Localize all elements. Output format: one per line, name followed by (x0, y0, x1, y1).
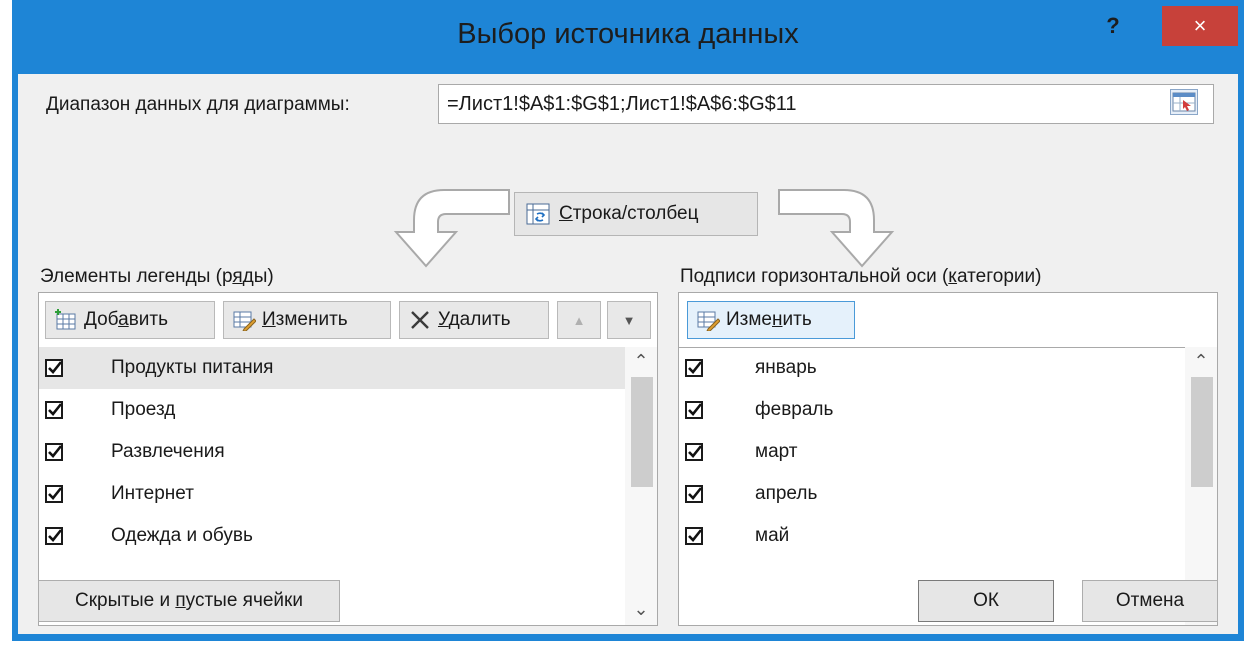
dialog-body: Диапазон данных для диаграммы: =Лист1!$A… (18, 74, 1238, 634)
edit-axis-labels-button[interactable]: Изменить (687, 301, 855, 339)
category-label: январь (755, 357, 817, 378)
legend-list-item[interactable]: Продукты питания (39, 347, 625, 389)
legend-panel: Добавить Изменить Удалить ▲ ▼ Продукты п… (38, 292, 658, 626)
legend-scrollbar[interactable]: ⌃ ⌄ (625, 347, 657, 625)
range-picker-icon[interactable] (1170, 89, 1198, 115)
series-label: Интернет (111, 483, 194, 504)
series-label: Продукты питания (111, 357, 274, 378)
category-checkbox[interactable] (685, 359, 703, 377)
category-checkbox[interactable] (685, 485, 703, 503)
legend-heading: Элементы легенды (ряды) (40, 266, 274, 287)
ok-button[interactable]: ОК (918, 580, 1054, 622)
scroll-up-icon[interactable]: ⌃ (1185, 351, 1217, 377)
category-checkbox[interactable] (685, 443, 703, 461)
data-range-input[interactable] (438, 84, 1214, 124)
cancel-button[interactable]: Отмена (1082, 580, 1218, 622)
hidden-empty-cells-label: Скрытые и пустые ячейки (75, 590, 303, 611)
category-list-item[interactable]: февраль (679, 389, 1185, 431)
edit-series-label: Изменить (262, 309, 348, 330)
series-label: Одежда и обувь (111, 525, 253, 546)
category-list-item[interactable]: март (679, 431, 1185, 473)
series-label: Проезд (111, 399, 176, 420)
scroll-up-icon[interactable]: ⌃ (625, 351, 657, 377)
axis-toolbar: Изменить (679, 293, 1217, 348)
hidden-empty-cells-button[interactable]: Скрытые и пустые ячейки (38, 580, 340, 622)
edit-series-icon (233, 311, 256, 331)
series-checkbox[interactable] (45, 401, 63, 419)
series-checkbox[interactable] (45, 443, 63, 461)
axis-labels-heading: Подписи горизонтальной оси (категории) (680, 266, 1042, 287)
category-label: апрель (755, 483, 818, 504)
data-range-label: Диапазон данных для диаграммы: (46, 94, 350, 115)
category-list-item[interactable]: январь (679, 347, 1185, 389)
axis-labels-panel: Изменить январь февраль март апрель май … (678, 292, 1218, 626)
switch-row-column-label: Строка/столбец (559, 203, 699, 224)
category-list-item[interactable]: апрель (679, 473, 1185, 515)
category-checkbox[interactable] (685, 527, 703, 545)
series-label: Развлечения (111, 441, 225, 462)
legend-list-item[interactable]: Интернет (39, 473, 625, 515)
close-button[interactable]: × (1162, 6, 1238, 46)
category-list-item[interactable]: май (679, 515, 1185, 557)
move-down-button[interactable]: ▼ (607, 301, 651, 339)
switch-row-column-icon (526, 203, 550, 225)
dialog-title: Выбор источника данных (457, 18, 799, 50)
scroll-down-icon[interactable]: ⌄ (625, 599, 657, 625)
category-label: февраль (755, 399, 834, 420)
category-checkbox[interactable] (685, 401, 703, 419)
legend-toolbar: Добавить Изменить Удалить ▲ ▼ (39, 293, 657, 348)
category-label: май (755, 525, 790, 546)
legend-list-item[interactable]: Одежда и обувь (39, 515, 625, 557)
category-label: март (755, 441, 798, 462)
help-button[interactable]: ? (1098, 12, 1128, 40)
scrollbar-thumb[interactable] (631, 377, 653, 487)
title-bar: Выбор источника данных ? × (12, 0, 1244, 80)
edit-axis-labels-label: Изменить (726, 309, 812, 330)
add-series-icon (55, 309, 76, 330)
switch-row-column-button[interactable]: Строка/столбец (514, 192, 758, 236)
select-data-source-dialog: Выбор источника данных ? × Диапазон данн… (12, 0, 1244, 641)
arrow-left-icon (393, 189, 510, 268)
delete-icon (411, 311, 429, 329)
legend-list-item[interactable]: Развлечения (39, 431, 625, 473)
series-checkbox[interactable] (45, 527, 63, 545)
delete-series-button[interactable]: Удалить (399, 301, 549, 339)
legend-list-item[interactable]: Проезд (39, 389, 625, 431)
series-checkbox[interactable] (45, 359, 63, 377)
add-series-label: Добавить (84, 309, 168, 330)
move-up-button[interactable]: ▲ (557, 301, 601, 339)
edit-axis-icon (697, 311, 720, 331)
delete-series-label: Удалить (438, 309, 511, 330)
series-checkbox[interactable] (45, 485, 63, 503)
edit-series-button[interactable]: Изменить (223, 301, 391, 339)
scrollbar-thumb[interactable] (1191, 377, 1213, 487)
add-series-button[interactable]: Добавить (45, 301, 215, 339)
arrow-right-icon (778, 189, 895, 268)
